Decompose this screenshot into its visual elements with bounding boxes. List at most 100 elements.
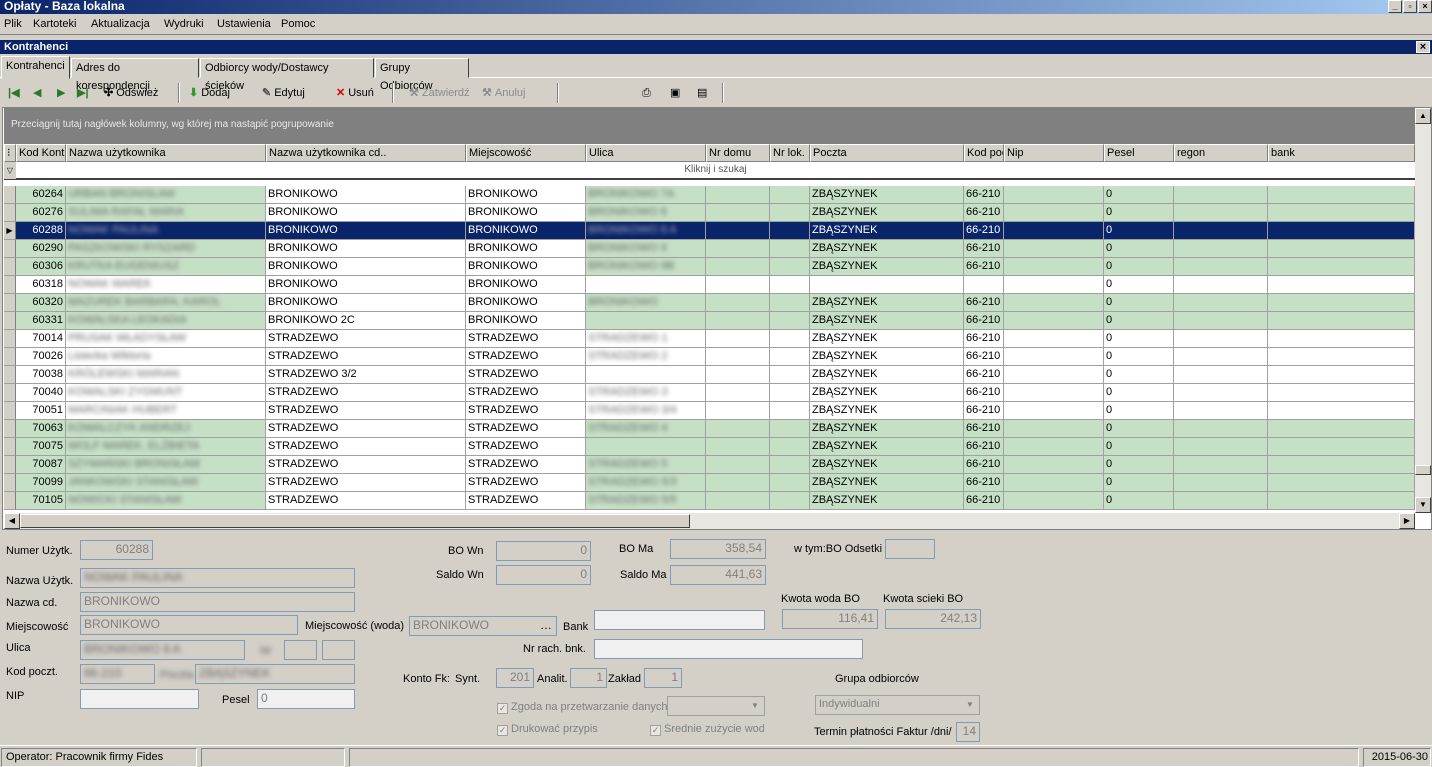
column-header[interactable]: Kod poc: [964, 144, 1004, 162]
nr-domu-field[interactable]: [284, 640, 317, 660]
nip-field[interactable]: [80, 689, 199, 709]
row-indicator[interactable]: [4, 402, 16, 420]
bank-field[interactable]: [594, 610, 765, 630]
nr-lok-field[interactable]: [322, 640, 355, 660]
confirm-button[interactable]: ⚒ Zatwierdź: [409, 84, 470, 102]
column-header[interactable]: regon: [1174, 144, 1268, 162]
table-row[interactable]: 60331 KOWALSKA LEOKADIA BRONIKOWO 2C BRONIK…: [4, 312, 1415, 330]
table-row[interactable]: 70105 NOWICKI STANISŁAW STRADZEWO STRADZEWO…: [4, 492, 1415, 510]
pesel-field[interactable]: 0: [257, 689, 355, 709]
miejsc-woda-field[interactable]: BRONIKOWO…: [409, 616, 557, 636]
row-indicator[interactable]: [4, 420, 16, 438]
numer-field[interactable]: 60288: [80, 540, 153, 560]
row-indicator[interactable]: [4, 240, 16, 258]
column-header[interactable]: Nazwa użytkownika cd..: [266, 144, 466, 162]
row-indicator[interactable]: [4, 204, 16, 222]
refresh-button[interactable]: ✣ Odśwież: [104, 84, 158, 102]
tab-kontrahenci[interactable]: Kontrahenci: [1, 56, 70, 79]
edit-button[interactable]: ✎ Edytuj: [262, 84, 305, 102]
bo-ma-field[interactable]: 358,54: [670, 539, 766, 559]
scroll-right-icon[interactable]: ▶: [1399, 513, 1415, 529]
first-record-icon[interactable]: |◀: [8, 84, 20, 102]
table-row[interactable]: 70099 JANKOWSKI STANISŁAW STRADZEWO STRADZE…: [4, 474, 1415, 492]
next-record-icon[interactable]: ▶: [57, 84, 65, 102]
kwota-scieki-field[interactable]: 242,13: [885, 609, 981, 629]
kod-field[interactable]: 66-210: [80, 664, 155, 684]
group-by-area[interactable]: Przeciągnij tutaj nagłówek kolumny, wg k…: [4, 108, 1415, 144]
vertical-scrollbar[interactable]: ▲ ▼: [1415, 108, 1431, 513]
table-row[interactable]: 60290 PASZKOWSKI RYSZARD BRONIKOWO BRONIKOW…: [4, 240, 1415, 258]
poczta-field[interactable]: ZBĄSZYNEK: [195, 664, 355, 684]
menu-ustawienia[interactable]: Ustawienia: [217, 18, 271, 30]
table-row[interactable]: 70075 WOLF MAREK, ELŻBIETA STRADZEWO STRADZ…: [4, 438, 1415, 456]
nr-rach-field[interactable]: [594, 639, 863, 659]
termin-field[interactable]: 14: [956, 722, 980, 742]
row-indicator[interactable]: [4, 438, 16, 456]
table-row[interactable]: 60306 KRUTKA EUGENIUSZ BRONIKOWO BRONIKOWO B…: [4, 258, 1415, 276]
column-chooser-icon[interactable]: ⁝: [4, 144, 16, 162]
row-indicator[interactable]: [4, 294, 16, 312]
layout-icon[interactable]: ▤: [697, 84, 707, 102]
row-indicator[interactable]: [4, 348, 16, 366]
row-indicator[interactable]: [4, 258, 16, 276]
row-pointer-icon[interactable]: ▶: [4, 222, 16, 240]
grupa-dropdown[interactable]: Indywidualni ▼: [815, 695, 980, 715]
row-indicator[interactable]: [4, 366, 16, 384]
tab-adres[interactable]: Adres do korespondencji: [71, 58, 199, 92]
nazwacd-field[interactable]: BRONIKOWO: [80, 592, 355, 612]
add-button[interactable]: ⬇ Dodaj: [189, 84, 230, 102]
table-row[interactable]: 60276 SULIMA RAFAŁ MARIA BRONIKOWO BRONIKOW…: [4, 204, 1415, 222]
table-row[interactable]: ▶ 60288 NOWAK PAULINA BRONIKOWO BRONIKOWO BRO…: [4, 222, 1415, 240]
table-row[interactable]: 60320 MAZUREK BARBARA, KAROL BRONIKOWO BRON…: [4, 294, 1415, 312]
table-row[interactable]: 70038 KRÓLEWSKI MARIAN STRADZEWO 3/2 STRADZ…: [4, 366, 1415, 384]
table-row[interactable]: 60264 URBAN BRONISŁAW BRONIKOWO BRONIKOWO BR…: [4, 186, 1415, 204]
menu-kartoteki[interactable]: Kartoteki: [33, 18, 76, 30]
row-indicator[interactable]: [4, 330, 16, 348]
table-row[interactable]: 60318 NOWAK MAREK BRONIKOWO BRONIKOWO 0: [4, 276, 1415, 294]
scroll-thumb[interactable]: [1415, 465, 1431, 475]
scroll-down-icon[interactable]: ▼: [1415, 497, 1431, 513]
row-indicator[interactable]: [4, 456, 16, 474]
maximize-button[interactable]: ▫: [1403, 0, 1417, 13]
column-header[interactable]: Pesel: [1104, 144, 1174, 162]
saldo-wn-field[interactable]: 0: [496, 565, 591, 585]
table-row[interactable]: 70063 KOWALCZYK ANDRZEJ STRADZEWO STRADZEWO…: [4, 420, 1415, 438]
analit-field[interactable]: 1: [570, 668, 607, 688]
row-indicator[interactable]: [4, 492, 16, 510]
table-row[interactable]: 70087 SZYMAŃSKI BRONISŁAW STRADZEWO STRADZE…: [4, 456, 1415, 474]
menu-aktualizacja[interactable]: Aktualizacja: [91, 18, 150, 30]
synt-field[interactable]: 201: [496, 668, 534, 688]
column-header[interactable]: Kod Kontr: [16, 144, 66, 162]
zaklad-field[interactable]: 1: [644, 668, 682, 688]
drukowac-checkbox[interactable]: ✓ Drukować przypis: [497, 723, 598, 736]
last-record-icon[interactable]: ▶|: [77, 84, 89, 102]
table-row[interactable]: 70040 KOWALSKI ZYGMUNT STRADZEWO STRADZEWO S…: [4, 384, 1415, 402]
ulica-field[interactable]: BRONIKOWO 8 A: [80, 640, 245, 660]
grid-filter-row[interactable]: ▽ Kliknij i szukaj: [4, 162, 1415, 180]
print-icon[interactable]: ⎙: [642, 84, 651, 102]
ellipsis-icon[interactable]: …: [540, 618, 552, 632]
menu-plik[interactable]: Plik: [4, 18, 22, 30]
nazwa-field[interactable]: NOWAK PAULINA: [80, 568, 355, 588]
table-row[interactable]: 70014 PRUSAK WŁADYSŁAW STRADZEWO STRADZEWO S…: [4, 330, 1415, 348]
window-view-icon[interactable]: ▣: [670, 84, 680, 102]
close-window-button[interactable]: ×: [1418, 0, 1432, 13]
tab-grupy[interactable]: Grupy Odbiorców: [375, 58, 469, 92]
row-indicator[interactable]: [4, 276, 16, 294]
row-indicator[interactable]: [4, 384, 16, 402]
row-indicator[interactable]: [4, 312, 16, 330]
minimize-button[interactable]: _: [1388, 0, 1402, 13]
srednie-checkbox[interactable]: ✓ Średnie zużycie wody: [650, 723, 764, 736]
column-header[interactable]: Miejscowość: [466, 144, 586, 162]
column-header[interactable]: Nr lok.: [770, 144, 810, 162]
row-indicator[interactable]: [4, 186, 16, 204]
zgoda-dropdown[interactable]: ▼: [667, 696, 765, 716]
tab-odbiorcy[interactable]: Odbiorcy wody/Dostawcy ścieków: [200, 58, 374, 92]
column-header[interactable]: Nip: [1004, 144, 1104, 162]
cancel-button[interactable]: ⚒ Anuluj: [482, 84, 525, 102]
horizontal-scroll-thumb[interactable]: [20, 514, 690, 528]
scroll-up-icon[interactable]: ▲: [1415, 108, 1431, 124]
prev-record-icon[interactable]: ◀: [33, 84, 41, 102]
kwota-woda-field[interactable]: 116,41: [782, 609, 878, 629]
table-row[interactable]: 70026 Lisiecka Wiktoria STRADZEWO STRADZEWO…: [4, 348, 1415, 366]
